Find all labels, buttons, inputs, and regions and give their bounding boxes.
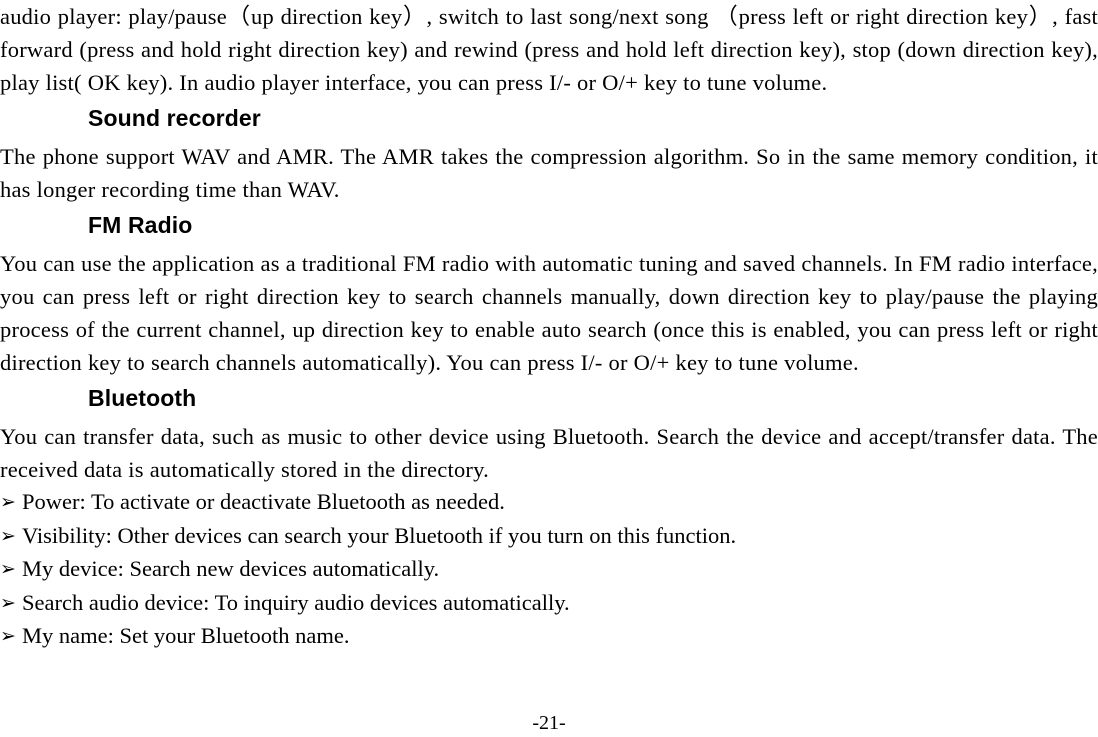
arrow-bullet-icon: ➢ xyxy=(0,524,16,547)
list-item-label: My name: Set your Bluetooth name. xyxy=(22,623,350,648)
list-item-label: Search audio device: To inquiry audio de… xyxy=(22,589,570,615)
arrow-bullet-icon: ➢ xyxy=(0,491,16,513)
list-item: ➢ My name: Set your Bluetooth name. xyxy=(0,620,1098,654)
bluetooth-feature-list: ➢ Power: To activate or deactivate Blueto… xyxy=(0,486,1098,654)
page-content: audio player: play/pause（up direction ke… xyxy=(0,0,1098,654)
section-heading-fm-radio: FM Radio xyxy=(88,212,193,238)
section-heading-bluetooth: Bluetooth xyxy=(88,385,197,411)
arrow-bullet-icon: ➢ xyxy=(0,625,16,647)
arrow-bullet-icon: ➢ xyxy=(0,591,16,614)
list-item: ➢ Visibility: Other devices can search yo… xyxy=(0,520,1098,554)
page-number: -21- xyxy=(532,712,566,734)
list-item: ➢ My device: Search new devices automatic… xyxy=(0,553,1098,587)
fm-radio-paragraph: You can use the application as a traditi… xyxy=(0,251,1098,375)
list-item: ➢ Power: To activate or deactivate Blueto… xyxy=(0,486,1098,520)
manual-page: audio player: play/pause（up direction ke… xyxy=(0,0,1098,737)
section-heading-sound-recorder: Sound recorder xyxy=(88,105,261,131)
list-item-label: Power: To activate or deactivate Bluetoo… xyxy=(22,489,505,514)
intro-paragraph: audio player: play/pause（up direction ke… xyxy=(0,4,1098,95)
arrow-bullet-icon: ➢ xyxy=(0,558,16,580)
list-item: ➢ Search audio device: To inquiry audio d… xyxy=(0,587,1098,621)
sound-recorder-paragraph: The phone support WAV and AMR. The AMR t… xyxy=(0,144,1098,202)
bluetooth-paragraph: You can transfer data, such as music to … xyxy=(0,424,1098,482)
list-item-label: Visibility: Other devices can search you… xyxy=(22,522,737,548)
list-item-label: My device: Search new devices automatica… xyxy=(22,556,440,581)
